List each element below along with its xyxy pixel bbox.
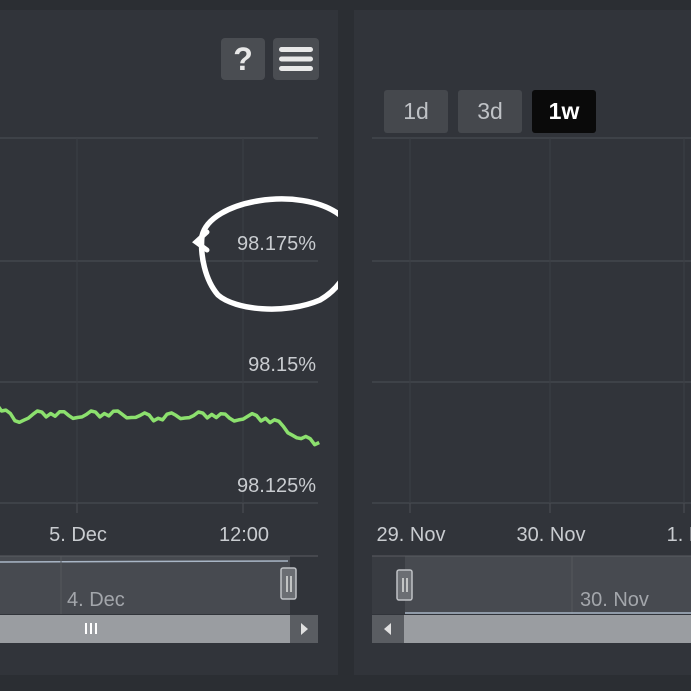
navigator-handle bbox=[396, 569, 413, 601]
navigator-date-label: 4. Dec bbox=[67, 589, 125, 611]
y-tick-label: 98.125% bbox=[237, 475, 316, 497]
x-tick-label: 1. D bbox=[667, 524, 691, 546]
left-chart-svg: 98.125% 98.15% 98.175% 5. Dec 12:00 4. Dec bbox=[0, 137, 338, 643]
navigator-date-label: 30. Nov bbox=[580, 589, 649, 611]
navigator-handle bbox=[280, 567, 297, 600]
range-button-3d[interactable]: 3d bbox=[458, 90, 522, 133]
y-tick-label: 98.175% bbox=[237, 233, 316, 255]
navigator-series-line bbox=[0, 560, 289, 563]
hamburger-menu-icon bbox=[279, 47, 313, 71]
y-tick-label: 98.15% bbox=[248, 354, 316, 376]
x-tick-label: 5. Dec bbox=[49, 524, 107, 546]
x-tick-label: 12:00 bbox=[219, 524, 269, 546]
menu-button[interactable] bbox=[273, 38, 319, 80]
scrollbar-thumb bbox=[0, 615, 290, 643]
series-line bbox=[0, 405, 320, 447]
left-chart-panel: 98.125% 98.15% 98.175% 5. Dec 12:00 4. Dec ? bbox=[0, 10, 338, 675]
range-button-1d[interactable]: 1d bbox=[384, 90, 448, 133]
navigator-selected-range bbox=[0, 556, 290, 614]
right-chart-panel: 29. Nov 30. Nov 1. D 30. Nov 1d 3d 1w bbox=[354, 10, 691, 675]
x-tick-label: 30. Nov bbox=[517, 524, 586, 546]
help-button[interactable]: ? bbox=[221, 38, 265, 80]
range-button-1w[interactable]: 1w bbox=[532, 90, 596, 133]
scrollbar-thumb bbox=[404, 615, 691, 643]
help-icon: ? bbox=[233, 41, 253, 77]
x-tick-label: 29. Nov bbox=[377, 524, 446, 546]
